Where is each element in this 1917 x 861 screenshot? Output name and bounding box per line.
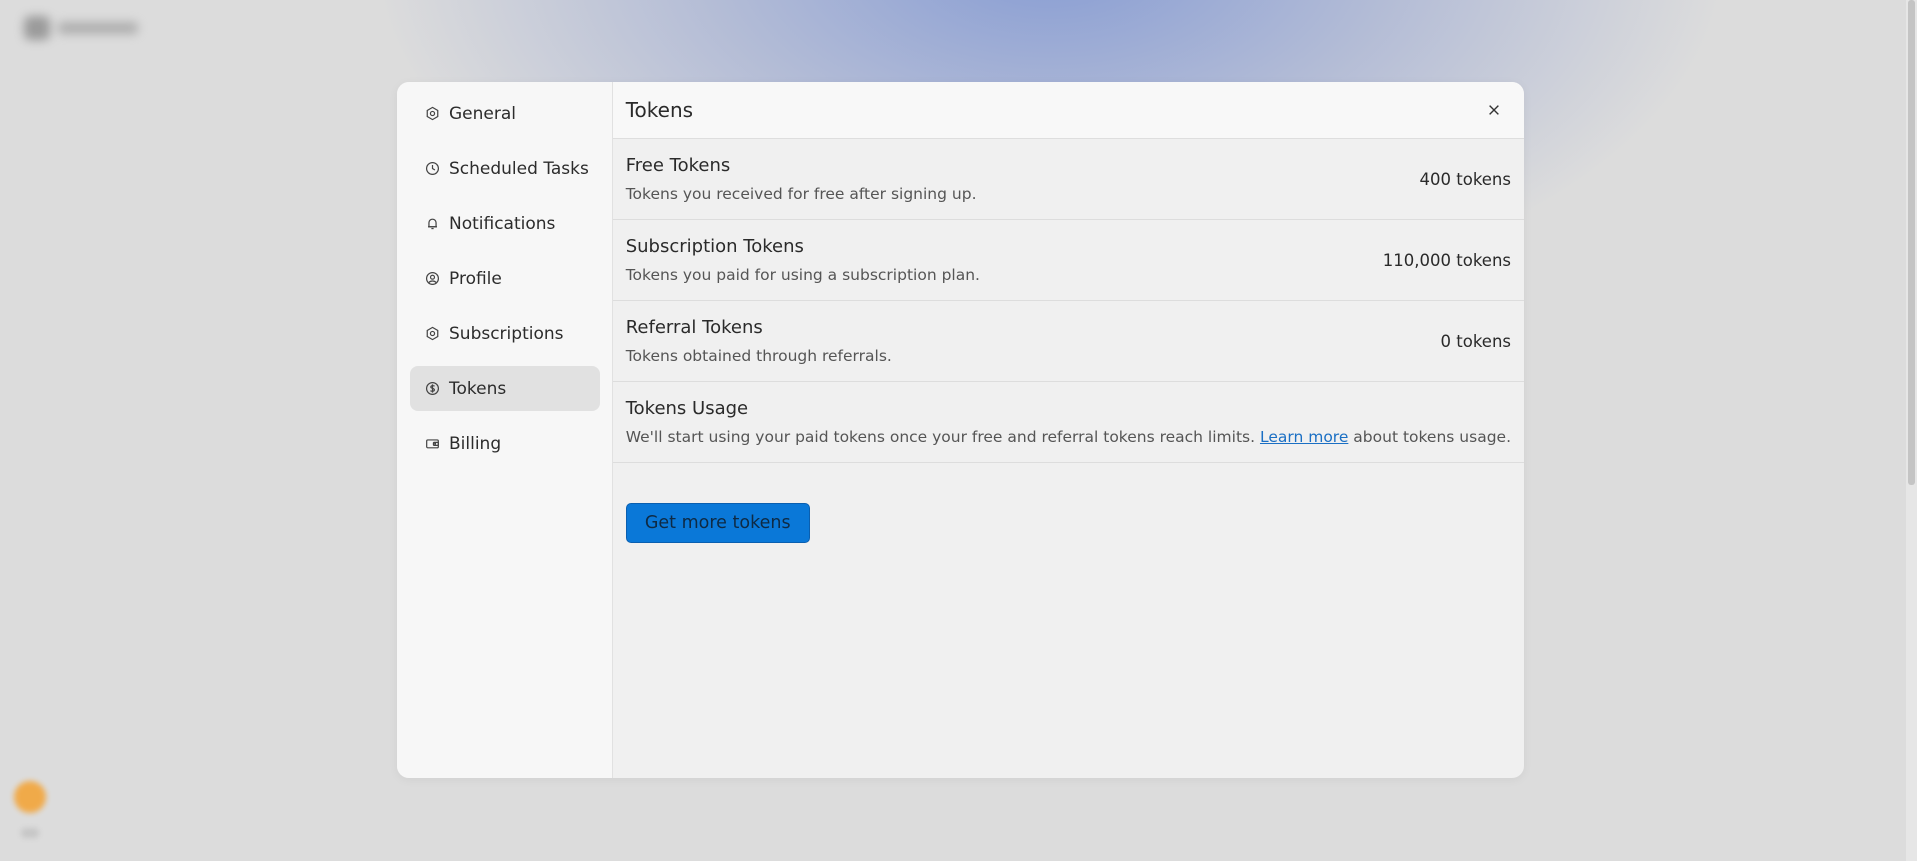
settings-icon xyxy=(424,106,440,122)
clock-icon xyxy=(424,161,440,177)
tokens-panel: Tokens Free Tokens Tokens you received f… xyxy=(612,82,1524,778)
row-title: Free Tokens xyxy=(625,155,731,176)
token-count: 400 tokens xyxy=(1419,169,1511,189)
learn-more-link[interactable]: Learn more xyxy=(1260,428,1348,446)
tokens-usage-row: Tokens Usage We'll start using your paid… xyxy=(612,382,1524,463)
usage-text-end: about tokens usage. xyxy=(1348,428,1511,446)
row-description: Tokens you received for free after signi… xyxy=(625,185,977,203)
settings-sidebar: General Scheduled Tasks Notifications Pr… xyxy=(397,82,613,778)
page-title: Tokens xyxy=(625,98,694,122)
subscription-tokens-row: Subscription Tokens Tokens you paid for … xyxy=(612,220,1524,301)
get-more-tokens-button[interactable]: Get more tokens xyxy=(625,503,810,543)
sidebar-item-label: Scheduled Tasks xyxy=(449,158,589,179)
sidebar-item-label: Profile xyxy=(449,268,502,289)
sidebar-item-general[interactable]: General xyxy=(410,91,600,136)
bell-icon xyxy=(424,216,440,232)
app-logo xyxy=(24,14,139,40)
token-count: 110,000 tokens xyxy=(1382,250,1511,270)
help-launcher-button xyxy=(14,781,46,813)
scrollbar-thumb[interactable] xyxy=(1908,0,1915,485)
sidebar-item-profile[interactable]: Profile xyxy=(410,256,600,301)
launcher-caption xyxy=(21,828,39,838)
row-title: Referral Tokens xyxy=(625,317,763,338)
sidebar-item-label: Tokens xyxy=(449,378,507,399)
row-title: Tokens Usage xyxy=(625,398,749,419)
sidebar-item-label: Billing xyxy=(449,433,502,454)
close-button[interactable] xyxy=(1486,102,1502,118)
sidebar-item-billing[interactable]: Billing xyxy=(410,421,600,466)
usage-text: We'll start using your paid tokens once … xyxy=(625,428,1260,446)
panel-header: Tokens xyxy=(612,82,1524,139)
sidebar-item-scheduled-tasks[interactable]: Scheduled Tasks xyxy=(410,146,600,191)
row-description: Tokens obtained through referrals. xyxy=(625,347,892,365)
page-scrollbar[interactable] xyxy=(1906,0,1917,861)
wallet-icon xyxy=(424,436,440,452)
dollar-coin-icon xyxy=(424,381,440,397)
user-circle-icon xyxy=(424,271,440,287)
sidebar-item-label: General xyxy=(449,103,516,124)
close-icon xyxy=(1489,105,1499,115)
settings-modal: General Scheduled Tasks Notifications Pr… xyxy=(397,82,1524,778)
row-description: Tokens you paid for using a subscription… xyxy=(625,266,980,284)
settings-icon xyxy=(424,326,440,342)
free-tokens-row: Free Tokens Tokens you received for free… xyxy=(612,139,1524,220)
token-count: 0 tokens xyxy=(1440,331,1511,351)
referral-tokens-row: Referral Tokens Tokens obtained through … xyxy=(612,301,1524,382)
sidebar-item-subscriptions[interactable]: Subscriptions xyxy=(410,311,600,356)
sidebar-item-tokens[interactable]: Tokens xyxy=(410,366,600,411)
sidebar-item-label: Subscriptions xyxy=(449,323,564,344)
sidebar-item-notifications[interactable]: Notifications xyxy=(410,201,600,246)
usage-description: We'll start using your paid tokens once … xyxy=(626,428,1511,446)
row-title: Subscription Tokens xyxy=(625,236,804,257)
sidebar-item-label: Notifications xyxy=(449,213,556,234)
